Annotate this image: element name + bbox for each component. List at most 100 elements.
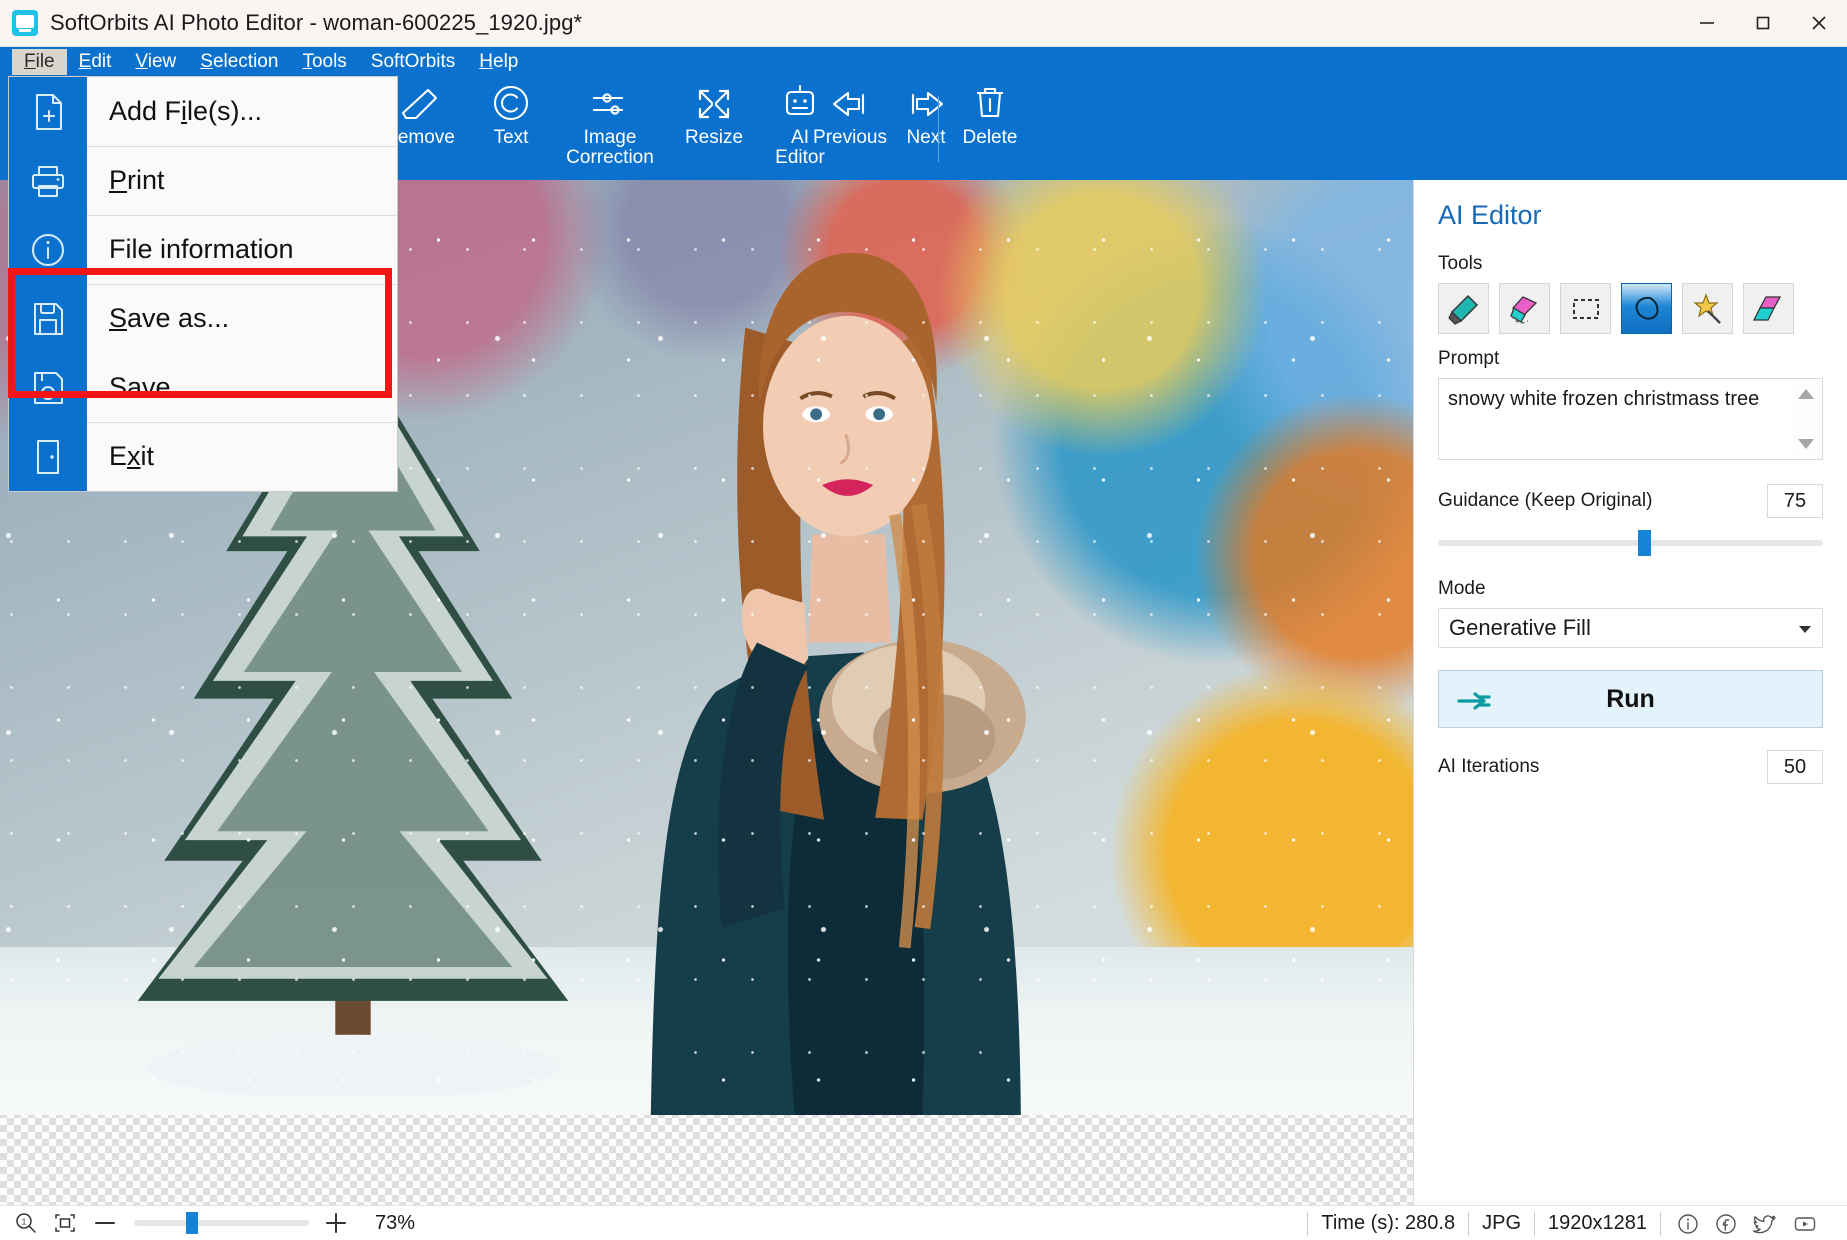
- guidance-slider-track[interactable]: [1438, 540, 1823, 546]
- zoom-in-button[interactable]: [323, 1212, 349, 1234]
- youtube-icon[interactable]: [1792, 1212, 1818, 1236]
- ai-editor-panel: AI Editor Tools Prompt snowy white froze…: [1413, 180, 1847, 1205]
- menu-item-selection[interactable]: Selection: [188, 49, 290, 75]
- menu-label-save-as: Save as...: [109, 303, 230, 333]
- facebook-icon[interactable]: [1714, 1212, 1738, 1236]
- mode-dropdown[interactable]: Generative Fill: [1438, 608, 1823, 648]
- save-disk-icon: [9, 353, 87, 422]
- eraser-tool[interactable]: [1499, 283, 1550, 334]
- menu-item-help[interactable]: Help: [467, 49, 530, 75]
- menu-label-exit: Exit: [109, 441, 155, 471]
- run-label: Run: [1606, 684, 1655, 713]
- toolbar-label-previous: Previous: [813, 127, 887, 148]
- status-bar: 1 73% Time (s): 280.8 JPG 1920x1281: [0, 1205, 1847, 1240]
- menu-label-add-files: Add File(s)...: [109, 96, 263, 126]
- toolbar-item-text[interactable]: Text: [470, 76, 552, 180]
- iterations-value-field[interactable]: 50: [1767, 750, 1823, 784]
- magic-wand-tool[interactable]: [1682, 283, 1733, 334]
- rectangle-select-tool[interactable]: [1560, 283, 1611, 334]
- prompt-label: Prompt: [1438, 348, 1500, 369]
- toolbar-item-previous[interactable]: Previous: [800, 76, 900, 180]
- guidance-row: Guidance (Keep Original) 75: [1438, 484, 1823, 518]
- toolbar-label-next: Next: [906, 127, 946, 148]
- iterations-label: AI Iterations: [1438, 756, 1540, 777]
- zoom-actual-size-icon[interactable]: 1: [14, 1211, 38, 1235]
- file-add-icon: [9, 77, 87, 146]
- eraser-icon: [398, 76, 442, 128]
- menu-item-add-files[interactable]: Add File(s)...: [9, 77, 397, 146]
- status-bar-right: Time (s): 280.8 JPG 1920x1281: [1307, 1206, 1825, 1240]
- menu-item-save[interactable]: Save: [9, 353, 397, 422]
- menu-label-print: Print: [109, 165, 165, 195]
- menu-item-exit[interactable]: Exit: [9, 422, 397, 491]
- info-icon[interactable]: [1676, 1212, 1700, 1236]
- printer-icon: [9, 146, 87, 215]
- arrow-left-icon: [828, 76, 872, 128]
- guidance-slider[interactable]: [1438, 530, 1823, 556]
- scroll-up-icon[interactable]: [1798, 389, 1814, 399]
- zoom-percent: 73%: [375, 1211, 416, 1234]
- prompt-value: snowy white frozen christmass tree: [1448, 388, 1760, 410]
- menu-item-view[interactable]: View: [123, 49, 188, 75]
- status-dimensions: 1920x1281: [1534, 1211, 1660, 1236]
- guidance-slider-thumb[interactable]: [1638, 530, 1652, 556]
- mode-label: Mode: [1438, 578, 1486, 599]
- menu-item-file-information[interactable]: File information: [9, 215, 397, 284]
- window-title: SoftOrbits AI Photo Editor - woman-60022…: [50, 10, 583, 35]
- floppy-disk-icon: [9, 284, 87, 353]
- toolbar-item-image-correction[interactable]: Image Correction: [550, 76, 670, 180]
- lasso-tool[interactable]: [1621, 283, 1672, 334]
- file-menu-dropdown[interactable]: Add File(s)... Print File information Sa…: [8, 76, 398, 492]
- minimize-icon[interactable]: [1679, 0, 1735, 46]
- mode-value: Generative Fill: [1449, 615, 1591, 640]
- run-button[interactable]: Run: [1438, 670, 1823, 728]
- woman-portrait-graphic: [650, 252, 1026, 1115]
- guidance-label: Guidance (Keep Original): [1438, 490, 1653, 511]
- fit-to-window-icon[interactable]: [52, 1211, 78, 1235]
- arrow-right-icon: [904, 76, 948, 128]
- close-icon[interactable]: [1791, 0, 1847, 46]
- maximize-icon[interactable]: [1735, 0, 1791, 46]
- menu-item-save-as[interactable]: Save as...: [9, 284, 397, 353]
- info-circle-icon: [9, 215, 87, 284]
- window-controls: [1679, 0, 1847, 46]
- status-social-icons: [1660, 1211, 1825, 1236]
- menu-item-edit[interactable]: Edit: [67, 49, 124, 75]
- transform-tool[interactable]: [1743, 283, 1794, 334]
- toolbar-label-resize: Resize: [684, 127, 744, 148]
- menu-item-tools[interactable]: Tools: [290, 49, 358, 75]
- menu-bar: File Edit View Selection Tools SoftOrbit…: [0, 47, 1847, 76]
- menu-item-print[interactable]: Print: [9, 146, 397, 215]
- svg-text:1: 1: [22, 1218, 27, 1227]
- marker-tool[interactable]: [1438, 283, 1489, 334]
- trash-icon: [970, 76, 1010, 128]
- toolbar-item-delete[interactable]: Delete: [948, 76, 1032, 180]
- copyright-icon: [490, 76, 532, 128]
- menu-item-file[interactable]: File: [12, 48, 67, 75]
- arrow-right-icon: [1457, 690, 1495, 717]
- zoom-slider-thumb[interactable]: [186, 1212, 198, 1234]
- guidance-value-field[interactable]: 75: [1767, 484, 1823, 518]
- zoom-slider-track[interactable]: [134, 1220, 309, 1226]
- twitter-icon[interactable]: [1752, 1212, 1778, 1236]
- toolbar-label-delete: Delete: [962, 127, 1018, 148]
- menu-item-softorbits[interactable]: SoftOrbits: [359, 49, 467, 75]
- menu-label-file-information: File information: [109, 234, 294, 264]
- chevron-down-icon[interactable]: [1799, 626, 1811, 633]
- tools-label: Tools: [1438, 253, 1483, 274]
- scroll-down-icon[interactable]: [1798, 439, 1814, 449]
- zoom-out-button[interactable]: [92, 1212, 118, 1234]
- menu-label-save: Save: [109, 372, 171, 402]
- title-bar: SoftOrbits AI Photo Editor - woman-60022…: [0, 0, 1847, 47]
- toolbar-item-resize[interactable]: Resize: [672, 76, 756, 180]
- panel-title: AI Editor: [1438, 200, 1542, 230]
- expand-arrows-icon: [693, 76, 735, 128]
- prompt-input[interactable]: snowy white frozen christmass tree: [1438, 378, 1823, 460]
- status-time: Time (s): 280.8: [1307, 1211, 1468, 1236]
- zoom-slider[interactable]: [134, 1212, 309, 1234]
- prompt-scrollbar[interactable]: [1791, 380, 1821, 458]
- status-format: JPG: [1468, 1211, 1534, 1236]
- tools-row: [1438, 283, 1823, 334]
- toolbar-label-text: Text: [493, 127, 529, 148]
- softorbits-app-icon: [12, 10, 38, 36]
